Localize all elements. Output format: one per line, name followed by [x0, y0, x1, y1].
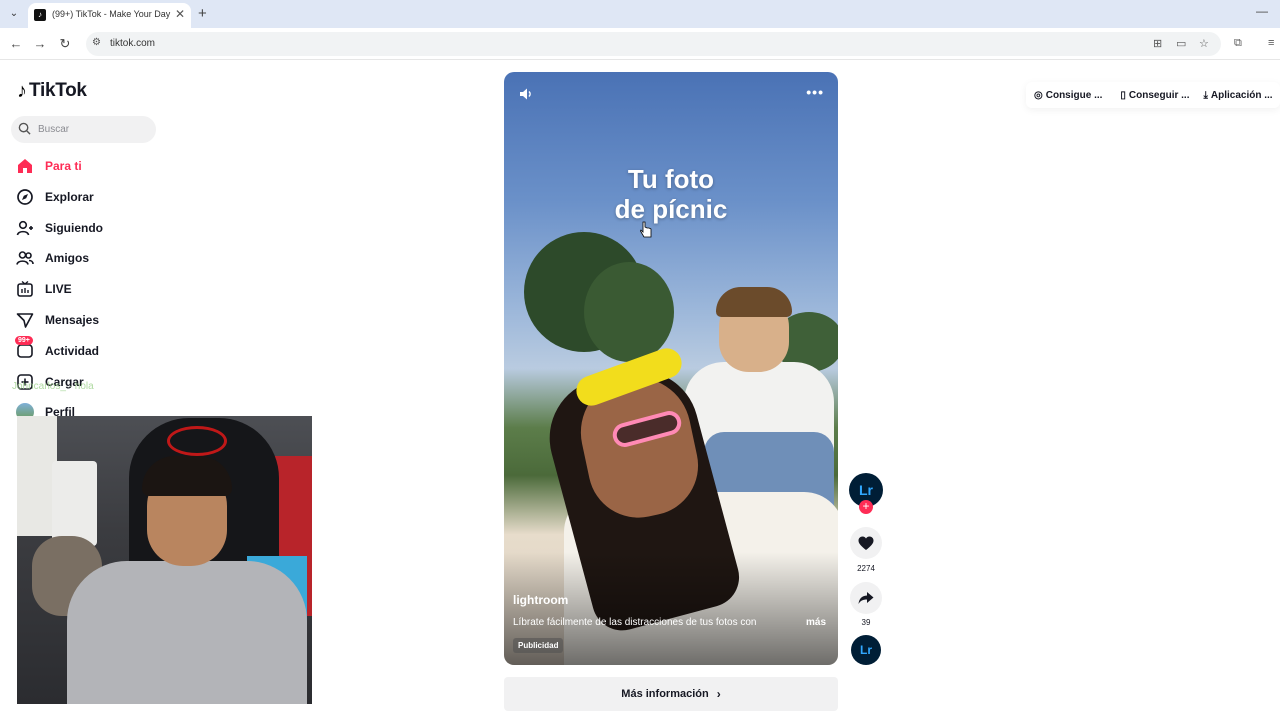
share-arrow-icon [858, 592, 874, 604]
video-player[interactable]: ••• Tu foto de pícnic lightroom Líbrate … [504, 72, 838, 665]
logo-text: TikTok [29, 80, 87, 101]
browser-tab-bar: ⌄ ♪ (99+) TikTok - Make Your Day ✕ + — [0, 0, 1280, 28]
tiktok-note-icon: ♪ [17, 79, 27, 102]
download-icon: ⤓ [1203, 89, 1208, 101]
tab-list-button[interactable]: ⌄ [5, 6, 23, 22]
back-icon[interactable]: ← [8, 36, 24, 51]
activity-icon: 99+ [14, 336, 36, 362]
messages-icon [14, 309, 36, 331]
top-links-bar: ◎ Consigue ... ▯ Conseguir ... ⤓ Aplicación… [1026, 82, 1280, 108]
tiktok-logo[interactable]: ♪ TikTok [17, 79, 87, 103]
share-button[interactable] [850, 582, 882, 614]
desktop-app-link[interactable]: ⤓ Aplicación ... [1203, 90, 1272, 101]
sidebar-item-label: LIVE [45, 282, 72, 296]
webcam-person-shirt [67, 561, 307, 704]
video-caption-line: de pícnic [614, 194, 728, 224]
search-box[interactable] [11, 116, 156, 143]
webcam-heater [52, 461, 97, 546]
activity-badge: 99+ [15, 336, 33, 345]
address-bar[interactable]: ⚙ tiktok.com [86, 32, 1221, 56]
menu-icon[interactable]: ≡ [1268, 37, 1274, 49]
translate-icon[interactable]: ⊞ [1153, 37, 1162, 50]
search-input[interactable] [38, 119, 148, 140]
get-coins-link[interactable]: ◎ Consigue ... [1034, 90, 1102, 101]
stream-overlay-text: Johncarlos_ · hola [12, 381, 94, 392]
browser-tab[interactable]: ♪ (99+) TikTok - Make Your Day ✕ [28, 3, 191, 28]
sidebar-item-mensajes[interactable]: Mensajes [14, 308, 214, 332]
compass-icon [14, 186, 36, 208]
video-tree [584, 262, 674, 362]
coin-icon: ◎ [1034, 89, 1043, 101]
sidebar-item-label: Mensajes [45, 313, 100, 327]
install-app-icon[interactable]: ▭ [1176, 37, 1186, 50]
sidebar-item-live[interactable]: LIVE [14, 277, 214, 301]
reload-icon[interactable]: ↻ [57, 36, 73, 52]
video-man-hair [716, 287, 792, 317]
home-icon [14, 155, 36, 177]
ad-label: Publicidad [513, 638, 564, 653]
more-info-button[interactable]: Más información › [504, 677, 838, 711]
webcam-overlay [17, 416, 312, 704]
forward-icon[interactable]: → [32, 36, 48, 51]
follow-plus-icon[interactable]: + [859, 500, 873, 514]
new-tab-button[interactable]: + [198, 5, 207, 22]
sidebar-item-label: Para ti [45, 159, 82, 173]
top-link-label: Consigue ... [1045, 89, 1103, 101]
sidebar-item-siguiendo[interactable]: Siguiendo [14, 216, 214, 240]
following-icon [14, 217, 36, 239]
window-minimize-button[interactable]: — [1256, 4, 1268, 18]
sidebar-item-label: Explorar [45, 190, 94, 204]
more-options-icon[interactable]: ••• [806, 84, 824, 100]
webcam-person-hair [142, 456, 232, 496]
top-link-label: Aplicación ... [1210, 89, 1273, 101]
video-caption: Tu foto de pícnic [504, 164, 838, 224]
video-author[interactable]: lightroom [513, 593, 568, 607]
top-link-label: Conseguir ... [1128, 89, 1190, 101]
get-app-link[interactable]: ▯ Conseguir ... [1120, 90, 1189, 101]
volume-icon[interactable] [518, 86, 534, 102]
sidebar-item-para-ti[interactable]: Para ti [14, 154, 214, 178]
phone-icon: ▯ [1120, 89, 1126, 101]
sidebar-item-explorar[interactable]: Explorar [14, 185, 214, 209]
tab-title: (99+) TikTok - Make Your Day [52, 9, 171, 19]
sidebar-item-label: Amigos [45, 251, 90, 265]
webcam-shelf [17, 416, 57, 536]
browser-toolbar: ← → ↻ ⚙ tiktok.com ⊞ ▭ ☆ ⧉ ≡ [0, 28, 1280, 60]
site-info-icon[interactable]: ⚙ [92, 37, 101, 48]
more-info-label: Más información [621, 688, 709, 700]
like-button[interactable] [850, 527, 882, 559]
friends-icon [14, 247, 36, 269]
search-icon [18, 122, 31, 135]
heart-icon [858, 536, 874, 550]
sidebar-item-label: Siguiendo [45, 221, 103, 235]
sidebar-item-amigos[interactable]: Amigos [14, 246, 214, 270]
webcam-chair-logo [167, 426, 227, 456]
tab-close-icon[interactable]: ✕ [175, 7, 185, 21]
description-more-link[interactable]: más [806, 617, 826, 628]
video-caption-line: Tu foto [627, 164, 715, 194]
like-count: 2274 [857, 564, 875, 573]
sidebar-item-actividad[interactable]: 99+ Actividad [14, 336, 214, 363]
sidebar-item-label: Actividad [45, 344, 100, 358]
live-icon [14, 278, 36, 300]
address-text: tiktok.com [110, 38, 156, 49]
tiktok-favicon-icon: ♪ [34, 9, 46, 21]
video-description: Líbrate fácilmente de las distracciones … [513, 617, 757, 628]
extensions-icon[interactable]: ⧉ [1234, 37, 1242, 50]
bookmark-star-icon[interactable]: ☆ [1199, 37, 1209, 50]
share-count: 39 [861, 618, 871, 627]
hand-cursor-icon [640, 221, 652, 238]
chevron-right-icon: › [716, 687, 721, 701]
music-disc[interactable]: Lr [851, 635, 881, 665]
